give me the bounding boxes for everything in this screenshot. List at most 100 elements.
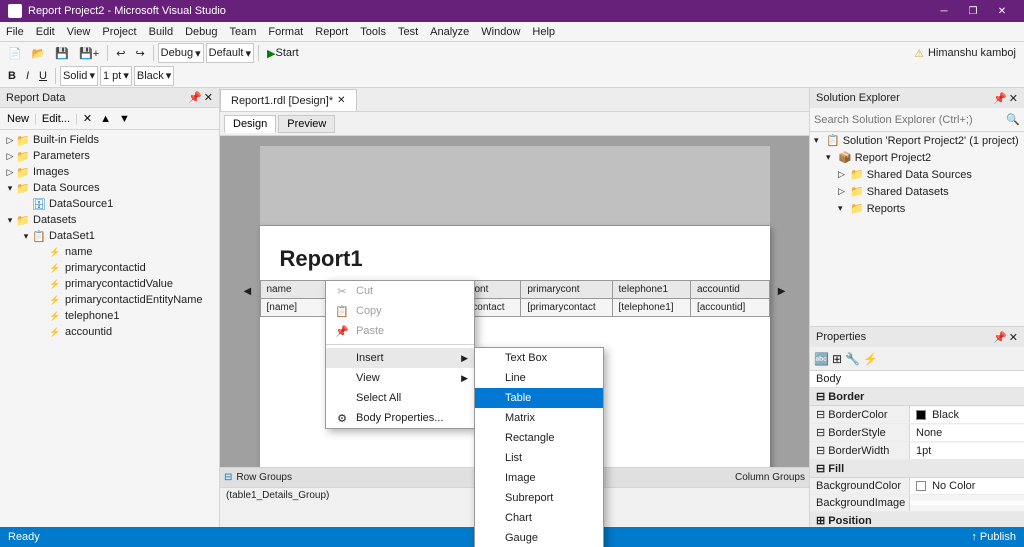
move-down-button[interactable]: ▼ <box>116 109 133 129</box>
prop-border-style: ⊟ BorderStyle None <box>810 424 1024 442</box>
delete-item-button[interactable]: ✕ <box>80 109 95 129</box>
menu-file[interactable]: File <box>0 24 30 40</box>
submenu-table[interactable]: Table <box>475 388 603 408</box>
close-props-icon[interactable]: ✕ <box>1009 331 1018 344</box>
menu-format[interactable]: Format <box>262 24 309 40</box>
start-button[interactable]: ▶ Start <box>263 43 303 63</box>
field-icon-telephone1: ⚡ <box>48 309 62 323</box>
border-style-dropdown[interactable]: Solid ▾ <box>60 66 98 86</box>
tree-item-built-in-fields[interactable]: ▷ 📁 Built-in Fields <box>0 132 219 148</box>
underline-button[interactable]: U <box>35 66 51 86</box>
pin-icon[interactable]: 📌 <box>188 91 202 104</box>
ctx-insert[interactable]: Insert ▶ Text Box Line Table Matrix <box>326 348 474 368</box>
close-panel-icon[interactable]: ✕ <box>204 91 213 104</box>
preview-button[interactable]: Preview <box>278 115 335 133</box>
sol-item-solution[interactable]: ▾ 📋 Solution 'Report Project2' (1 projec… <box>810 132 1024 149</box>
edit-item-button[interactable]: Edit... <box>39 109 73 129</box>
close-sol-icon[interactable]: ✕ <box>1009 92 1018 105</box>
submenu-gauge[interactable]: Gauge <box>475 528 603 547</box>
design-view-button[interactable]: Design <box>224 115 276 133</box>
col-header-primarycont3: primarycont <box>521 281 612 299</box>
debug-dropdown[interactable]: Debug ▾ <box>158 43 204 63</box>
new-item-button[interactable]: New <box>4 109 32 129</box>
section-position[interactable]: ⊞ Position <box>810 512 1024 527</box>
scroll-right-icon[interactable]: ▶ <box>778 286 786 297</box>
bold-button[interactable]: B <box>4 66 20 86</box>
undo-button[interactable]: ↩ <box>112 43 129 63</box>
tree-item-parameters[interactable]: ▷ 📁 Parameters <box>0 148 219 164</box>
menu-window[interactable]: Window <box>475 24 526 40</box>
doc-tab-report1[interactable]: Report1.rdl [Design]* ✕ <box>220 89 357 111</box>
tree-item-images[interactable]: ▷ 📁 Images <box>0 164 219 180</box>
submenu-textbox[interactable]: Text Box <box>475 348 603 368</box>
redo-button[interactable]: ↪ <box>131 43 148 63</box>
pin-props-icon[interactable]: 📌 <box>993 331 1007 344</box>
submenu-image[interactable]: Image <box>475 468 603 488</box>
tab-close-icon[interactable]: ✕ <box>337 95 345 106</box>
menu-report[interactable]: Report <box>309 24 354 40</box>
tree-item-primarycontactidEntityName[interactable]: ⚡ primarycontactidEntityName <box>0 292 219 308</box>
sol-item-project[interactable]: ▾ 📦 Report Project2 <box>810 149 1024 166</box>
open-button[interactable]: 📂 <box>28 43 50 63</box>
tree-item-accountid[interactable]: ⚡ accountid <box>0 324 219 340</box>
ctx-body-props[interactable]: ⚙ Body Properties... <box>326 408 474 428</box>
events-icon[interactable]: ⚡ <box>863 352 878 366</box>
tree-item-datasets[interactable]: ▾ 📁 Datasets <box>0 212 219 228</box>
menu-build[interactable]: Build <box>143 24 179 40</box>
tree-item-name[interactable]: ⚡ name <box>0 244 219 260</box>
solution-search-input[interactable] <box>814 114 1004 126</box>
new-file-button[interactable]: 📄 <box>4 43 26 63</box>
ctx-view[interactable]: View ▶ <box>326 368 474 388</box>
publish-label[interactable]: ↑ Publish <box>971 531 1016 543</box>
menu-project[interactable]: Project <box>96 24 142 40</box>
platform-dropdown[interactable]: Default ▾ <box>206 43 254 63</box>
tree-item-primarycontactid[interactable]: ⚡ primarycontactid <box>0 260 219 276</box>
close-button[interactable]: ✕ <box>988 0 1016 22</box>
sol-item-shared-data-sources[interactable]: ▷ 📁 Shared Data Sources <box>810 166 1024 183</box>
sol-item-reports[interactable]: ▾ 📁 Reports <box>810 200 1024 217</box>
ctx-paste[interactable]: 📌 Paste <box>326 321 474 341</box>
section-fill[interactable]: ⊟ Fill <box>810 460 1024 478</box>
save-button[interactable]: 💾 <box>51 43 73 63</box>
menu-view[interactable]: View <box>61 24 97 40</box>
sol-item-shared-datasets[interactable]: ▷ 📁 Shared Datasets <box>810 183 1024 200</box>
tree-item-data-sources[interactable]: ▾ 📁 Data Sources <box>0 180 219 196</box>
submenu-rectangle[interactable]: Rectangle <box>475 428 603 448</box>
props-icon[interactable]: 🔧 <box>845 352 860 366</box>
submenu-subreport[interactable]: Subreport <box>475 488 603 508</box>
menu-tools[interactable]: Tools <box>354 24 392 40</box>
tree-item-telephone1[interactable]: ⚡ telephone1 <box>0 308 219 324</box>
menu-help[interactable]: Help <box>526 24 561 40</box>
restore-button[interactable]: ❐ <box>959 0 987 22</box>
tree-item-datasource1[interactable]: 🗄 DataSource1 <box>0 196 219 212</box>
border-color-dropdown[interactable]: Black ▾ <box>134 66 174 86</box>
menu-debug[interactable]: Debug <box>179 24 223 40</box>
submenu-line[interactable]: Line <box>475 368 603 388</box>
categorize-icon[interactable]: ⊞ <box>832 352 842 366</box>
move-up-button[interactable]: ▲ <box>97 109 114 129</box>
minimize-button[interactable]: ─ <box>930 0 958 22</box>
save-all-button[interactable]: 💾+ <box>75 43 103 63</box>
scroll-left-icon[interactable]: ◀ <box>244 286 252 297</box>
ctx-cut[interactable]: ✂ Cut <box>326 281 474 301</box>
sort-alpha-icon[interactable]: 🔤 <box>814 352 829 366</box>
menu-test[interactable]: Test <box>392 24 424 40</box>
tree-item-primarycontactidValue[interactable]: ⚡ primarycontactidValue <box>0 276 219 292</box>
pin-sol-icon[interactable]: 📌 <box>993 92 1007 105</box>
border-width-dropdown[interactable]: 1 pt ▾ <box>100 66 132 86</box>
submenu-chart[interactable]: Chart <box>475 508 603 528</box>
field-icon-name: ⚡ <box>48 245 62 259</box>
submenu-list[interactable]: List <box>475 448 603 468</box>
submenu-matrix[interactable]: Matrix <box>475 408 603 428</box>
menu-analyze[interactable]: Analyze <box>424 24 475 40</box>
menu-edit[interactable]: Edit <box>30 24 61 40</box>
search-icon[interactable]: 🔍 <box>1006 113 1020 126</box>
menu-team[interactable]: Team <box>224 24 263 40</box>
tree-item-dataset1[interactable]: ▾ 📋 DataSet1 <box>0 228 219 244</box>
sol-arrow-solution: ▾ <box>814 135 826 146</box>
border-width-label: 1 pt <box>103 70 121 82</box>
italic-button[interactable]: I <box>22 66 33 86</box>
ctx-copy[interactable]: 📋 Copy <box>326 301 474 321</box>
section-border[interactable]: ⊟ Border <box>810 388 1024 406</box>
ctx-select-all[interactable]: Select All <box>326 388 474 408</box>
